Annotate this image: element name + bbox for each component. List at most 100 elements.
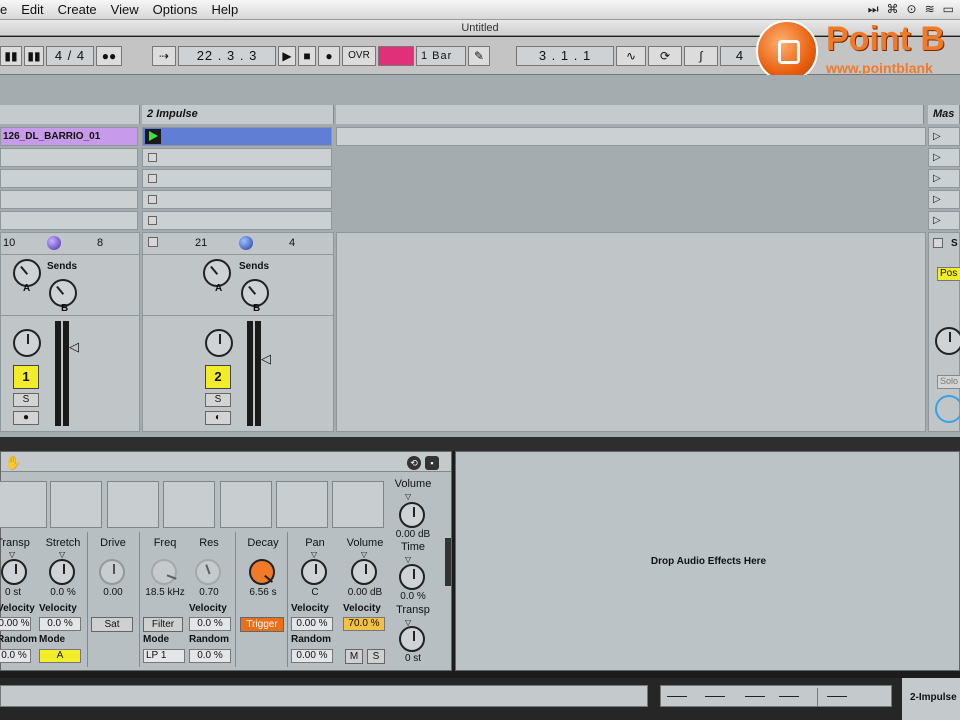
pan-knob[interactable] [205, 329, 233, 357]
save-preset-icon[interactable]: ▪ [425, 456, 439, 470]
stretch-mode-button[interactable]: A [39, 649, 81, 663]
track-activator[interactable]: 1 [13, 365, 39, 389]
solo-button[interactable]: S [205, 393, 231, 407]
clip-stop-icon[interactable] [148, 195, 157, 204]
timemachine-icon[interactable]: ⊙ [907, 2, 917, 17]
play-clip-icon[interactable] [145, 129, 161, 144]
hotswap-icon[interactable]: ⟲ [407, 456, 421, 470]
track-2-header[interactable]: 2 Impulse [142, 105, 334, 124]
ovr-button[interactable]: OVR [342, 46, 376, 66]
draw-mode-icon[interactable]: ✎ [468, 46, 490, 66]
scene-launch-icon[interactable]: ▷ [928, 211, 960, 230]
record-button[interactable]: ● [318, 46, 340, 66]
clip-stop-icon[interactable] [148, 237, 158, 247]
clip-stop-icon[interactable] [148, 174, 157, 183]
play-button[interactable]: ▶ [278, 46, 296, 66]
arm-button[interactable]: ● [13, 411, 39, 425]
wifi-icon[interactable]: ≋ [925, 2, 935, 17]
global-time-knob[interactable] [399, 564, 425, 590]
stretch-velocity-field[interactable]: 0.0 % [39, 617, 81, 631]
sample-pan-knob[interactable] [301, 559, 327, 585]
hand-icon[interactable]: ✋ [5, 455, 21, 471]
res-knob[interactable] [195, 559, 221, 585]
scene-launch-icon[interactable]: ▷ [928, 190, 960, 209]
audio-effects-dropzone[interactable]: Drop Audio Effects Here [455, 451, 960, 671]
script-icon[interactable]: ⌘ [887, 2, 899, 17]
decay-knob[interactable] [249, 559, 275, 585]
arm-button[interactable]: ◐ [205, 411, 231, 425]
sample-pad[interactable] [332, 481, 384, 528]
clip-slot-empty[interactable] [142, 211, 332, 230]
sphere-icon[interactable] [239, 236, 253, 250]
global-volume-knob[interactable] [399, 502, 425, 528]
master-pos-button[interactable]: Pos [937, 267, 960, 281]
scene-launch-icon[interactable]: ▷ [928, 169, 960, 188]
media-icon[interactable]: ⏭ [868, 2, 879, 17]
menu-file[interactable]: e [0, 2, 7, 17]
freq-knob[interactable] [151, 559, 177, 585]
master-header[interactable]: Mas [928, 105, 960, 124]
clip-slot-playing[interactable] [142, 127, 332, 146]
follow-button[interactable]: ⇢ [152, 46, 176, 66]
cue-volume-knob[interactable] [935, 395, 960, 423]
trigger-mode-button[interactable]: Trigger [240, 617, 284, 632]
menu-create[interactable]: Create [58, 2, 97, 17]
sphere-icon[interactable] [47, 236, 61, 250]
transp-velocity-field[interactable]: 0.00 % [0, 617, 31, 631]
volume-velocity-field[interactable]: 70.0 % [343, 617, 385, 631]
punch-in-icon[interactable]: ∿ [616, 46, 646, 66]
sample-pad[interactable] [220, 481, 272, 528]
transp-random-field[interactable]: 0.0 % [0, 649, 31, 663]
tap-button[interactable]: ▮▮ [0, 46, 22, 66]
sample-pad[interactable] [50, 481, 102, 528]
pan-velocity-field[interactable]: 0.00 % [291, 617, 333, 631]
solo-button[interactable]: S [367, 649, 385, 664]
clip-slot-empty[interactable] [0, 169, 138, 188]
clip-stop-icon[interactable] [148, 216, 157, 225]
nudge-button[interactable]: ▮▮ [24, 46, 44, 66]
time-signature[interactable]: 4 / 4 [46, 46, 94, 66]
scroll-handle[interactable] [445, 538, 451, 586]
loop-start[interactable]: 3 . 1 . 1 [516, 46, 614, 66]
master-solo-button[interactable]: Solo [937, 375, 960, 389]
metronome-button[interactable]: ●● [96, 46, 122, 66]
saturator-button[interactable]: Sat [91, 617, 133, 632]
stretch-knob[interactable] [49, 559, 75, 585]
menu-options[interactable]: Options [153, 2, 198, 17]
sample-pad[interactable] [107, 481, 159, 528]
filter-velocity-field[interactable]: 0.0 % [189, 617, 231, 631]
clip-slot[interactable]: 126_DL_BARRIO_01 [0, 127, 138, 146]
track-1-header[interactable] [0, 105, 140, 124]
menu-view[interactable]: View [111, 2, 139, 17]
menu-help[interactable]: Help [211, 2, 238, 17]
scene-launch-icon[interactable]: ▷ [928, 127, 960, 146]
global-transp-knob[interactable] [399, 626, 425, 652]
clip-slot-empty[interactable] [0, 190, 138, 209]
clip-slot-empty[interactable] [142, 169, 332, 188]
punch-out-icon[interactable]: ∫ [684, 46, 718, 66]
panel-divider[interactable] [0, 437, 960, 451]
clip-slot-empty[interactable] [0, 211, 138, 230]
selected-device-label[interactable]: 2-Impulse [902, 678, 960, 720]
battery-icon[interactable]: ▭ [943, 2, 954, 17]
filter-random-field[interactable]: 0.0 % [189, 649, 231, 663]
pan-random-field[interactable]: 0.00 % [291, 649, 333, 663]
clip-stop-icon[interactable] [148, 153, 157, 162]
sample-pad[interactable] [0, 481, 47, 528]
quantize-menu[interactable]: 1 Bar [416, 46, 466, 66]
solo-button[interactable]: S [13, 393, 39, 407]
filter-mode-select[interactable]: LP 1 [143, 649, 185, 663]
clip-slot-empty[interactable] [142, 148, 332, 167]
loop-icon[interactable]: ⟳ [648, 46, 682, 66]
clip-slot-empty[interactable] [0, 148, 138, 167]
sample-pad[interactable] [163, 481, 215, 528]
master-pan-knob[interactable] [935, 327, 960, 355]
sample-volume-knob[interactable] [351, 559, 377, 585]
clip-slot-empty[interactable] [142, 190, 332, 209]
track-activator[interactable]: 2 [205, 365, 231, 389]
stop-button[interactable]: ■ [298, 46, 316, 66]
pan-knob[interactable] [13, 329, 41, 357]
sample-pad[interactable] [276, 481, 328, 528]
checkbox-icon[interactable] [933, 238, 943, 248]
scene-launch-icon[interactable]: ▷ [928, 148, 960, 167]
